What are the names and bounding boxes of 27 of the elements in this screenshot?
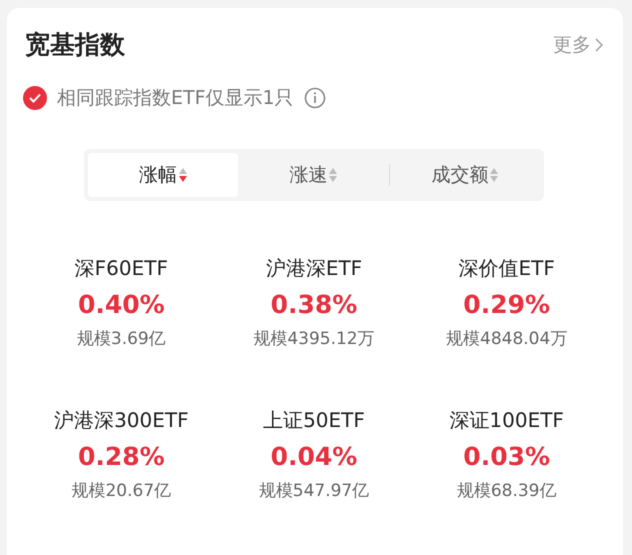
fund-name: 深F60ETF (74, 255, 168, 282)
info-icon[interactable] (304, 87, 326, 109)
fund-name: 深价值ETF (458, 255, 555, 282)
check-icon (29, 93, 41, 103)
fund-scale: 规模547.97亿 (258, 480, 370, 502)
change-percent: 0.28% (78, 442, 165, 471)
fund-name: 深证100ETF (449, 407, 564, 434)
filter-label: 相同跟踪指数ETF仅显示1只 (57, 86, 294, 111)
fund-scale: 规模3.69亿 (76, 328, 166, 350)
chevron-icon (595, 38, 603, 52)
fund-name: 沪港深ETF (266, 255, 362, 282)
fund-scale: 规模4395.12万 (253, 328, 375, 350)
sort-tab[interactable]: 成交额 (390, 153, 540, 197)
change-percent: 0.04% (270, 442, 358, 471)
fund-scale: 规模68.39亿 (456, 480, 556, 502)
change-percent: 0.03% (463, 442, 550, 471)
fund-scale: 规模4848.04万 (446, 328, 568, 350)
fund-scale: 规模20.67亿 (71, 480, 172, 502)
change-percent: 0.38% (270, 290, 358, 319)
sort-tab[interactable]: 涨幅 (88, 153, 238, 197)
fund-name: 上证50ETF (263, 407, 365, 434)
change-percent: 0.40% (78, 290, 165, 319)
fund-name: 沪港深300ETF (54, 407, 189, 434)
checkbox[interactable] (23, 86, 47, 110)
change-percent: 0.29% (463, 290, 550, 319)
section-title: 宽基指数 (25, 29, 125, 61)
sort-tab[interactable]: 涨速 (238, 153, 389, 197)
